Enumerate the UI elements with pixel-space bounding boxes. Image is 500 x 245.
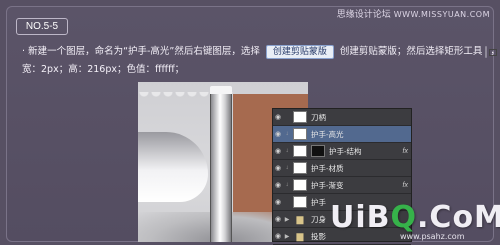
create-clipping-mask-button[interactable]: 创建剪贴蒙版 xyxy=(265,45,334,59)
watermark: 思缘设计论坛 WWW.MISSYUAN.COM xyxy=(337,7,490,20)
layer-row[interactable]: ◉ 刀柄 xyxy=(273,109,411,126)
expand-arrow-icon[interactable]: ▶ xyxy=(283,233,291,240)
visibility-eye-icon[interactable]: ◉ xyxy=(273,130,283,138)
logo-text-b: .CoM xyxy=(417,200,500,235)
layer-name: 护手-渐变 xyxy=(311,180,344,190)
expand-arrow-icon[interactable]: ▶ xyxy=(283,216,291,223)
layer-row[interactable]: ◉ ↓ 护手-渐变 fx xyxy=(273,177,411,194)
layer-row-selected[interactable]: ◉ ↓ 护手-高光 xyxy=(273,126,411,143)
watermark-site-name: 思缘设计论坛 xyxy=(336,10,391,20)
fx-icon[interactable]: fx xyxy=(403,148,408,155)
layer-thumbnail xyxy=(293,162,307,174)
visibility-eye-icon[interactable]: ◉ xyxy=(273,181,283,189)
layer-row[interactable]: ◉ ↓ 护手-结构 fx xyxy=(273,143,411,160)
layer-row[interactable]: ◉ ↓ 护手-材质 xyxy=(273,160,411,177)
folder-icon: ▆ xyxy=(296,214,304,224)
site-logo: UiBQ.CoM xyxy=(330,200,500,235)
layer-thumbnail xyxy=(293,111,307,123)
visibility-eye-icon[interactable]: ◉ xyxy=(273,232,283,240)
rectangle-tool-icon xyxy=(485,46,498,58)
instruction-part-2: 创建剪贴蒙版；然后选择矩形工具 xyxy=(339,46,483,57)
visibility-eye-icon[interactable]: ◉ xyxy=(273,147,283,155)
layer-thumbnail xyxy=(293,128,307,140)
layer-thumbnail xyxy=(293,179,307,191)
logo-text-o: Q xyxy=(390,200,418,235)
clip-arrow-icon: ↓ xyxy=(285,165,289,171)
layer-name: 护手-结构 xyxy=(329,146,362,156)
instruction-line-1: · 新建一个图层，命名为“护手-高光”然后右键图层，选择 创建剪贴蒙版 创建剪贴… xyxy=(22,43,500,61)
layer-name: 护手-高光 xyxy=(311,129,344,139)
visibility-eye-icon[interactable]: ◉ xyxy=(273,215,283,223)
fx-icon[interactable]: fx xyxy=(403,182,408,189)
bullet: · xyxy=(22,46,26,57)
clip-arrow-icon: ↓ xyxy=(285,131,289,137)
layer-name: 护手-材质 xyxy=(311,163,344,173)
layer-thumbnail xyxy=(293,196,307,208)
layer-mask-thumbnail xyxy=(311,145,325,157)
layer-name: 投影 xyxy=(311,231,326,241)
instruction-dimensions: 宽：2px；高：216px；色值：ffffff； xyxy=(22,64,185,75)
visibility-eye-icon[interactable]: ◉ xyxy=(273,164,283,172)
instruction-text: · 新建一个图层，命名为“护手-高光”然后右键图层，选择 创建剪贴蒙版 创建剪贴… xyxy=(22,43,500,79)
layer-name: 护手 xyxy=(311,197,326,207)
visibility-eye-icon[interactable]: ◉ xyxy=(273,198,283,206)
watermark-url: WWW.MISSYUAN.COM xyxy=(393,10,490,19)
instruction-part-1: 新建一个图层，命名为“护手-高光”然后右键图层，选择 xyxy=(28,46,260,57)
layer-thumbnail xyxy=(293,145,307,157)
logo-url: www.psahz.com xyxy=(400,232,465,241)
guard-shape xyxy=(210,94,232,242)
logo-text-a: UiB xyxy=(330,200,391,235)
visibility-eye-icon[interactable]: ◉ xyxy=(273,113,283,121)
clip-arrow-icon: ↓ xyxy=(285,148,289,154)
instruction-line-2: 宽：2px；高：216px；色值：ffffff； xyxy=(22,61,492,79)
folder-icon: ▆ xyxy=(296,231,304,241)
knife-blade-shape xyxy=(138,132,208,202)
step-label: NO.5-5 xyxy=(16,18,68,35)
layer-name: 刀身 xyxy=(311,214,326,224)
clip-arrow-icon: ↓ xyxy=(285,182,289,188)
layer-name: 刀柄 xyxy=(311,112,326,122)
